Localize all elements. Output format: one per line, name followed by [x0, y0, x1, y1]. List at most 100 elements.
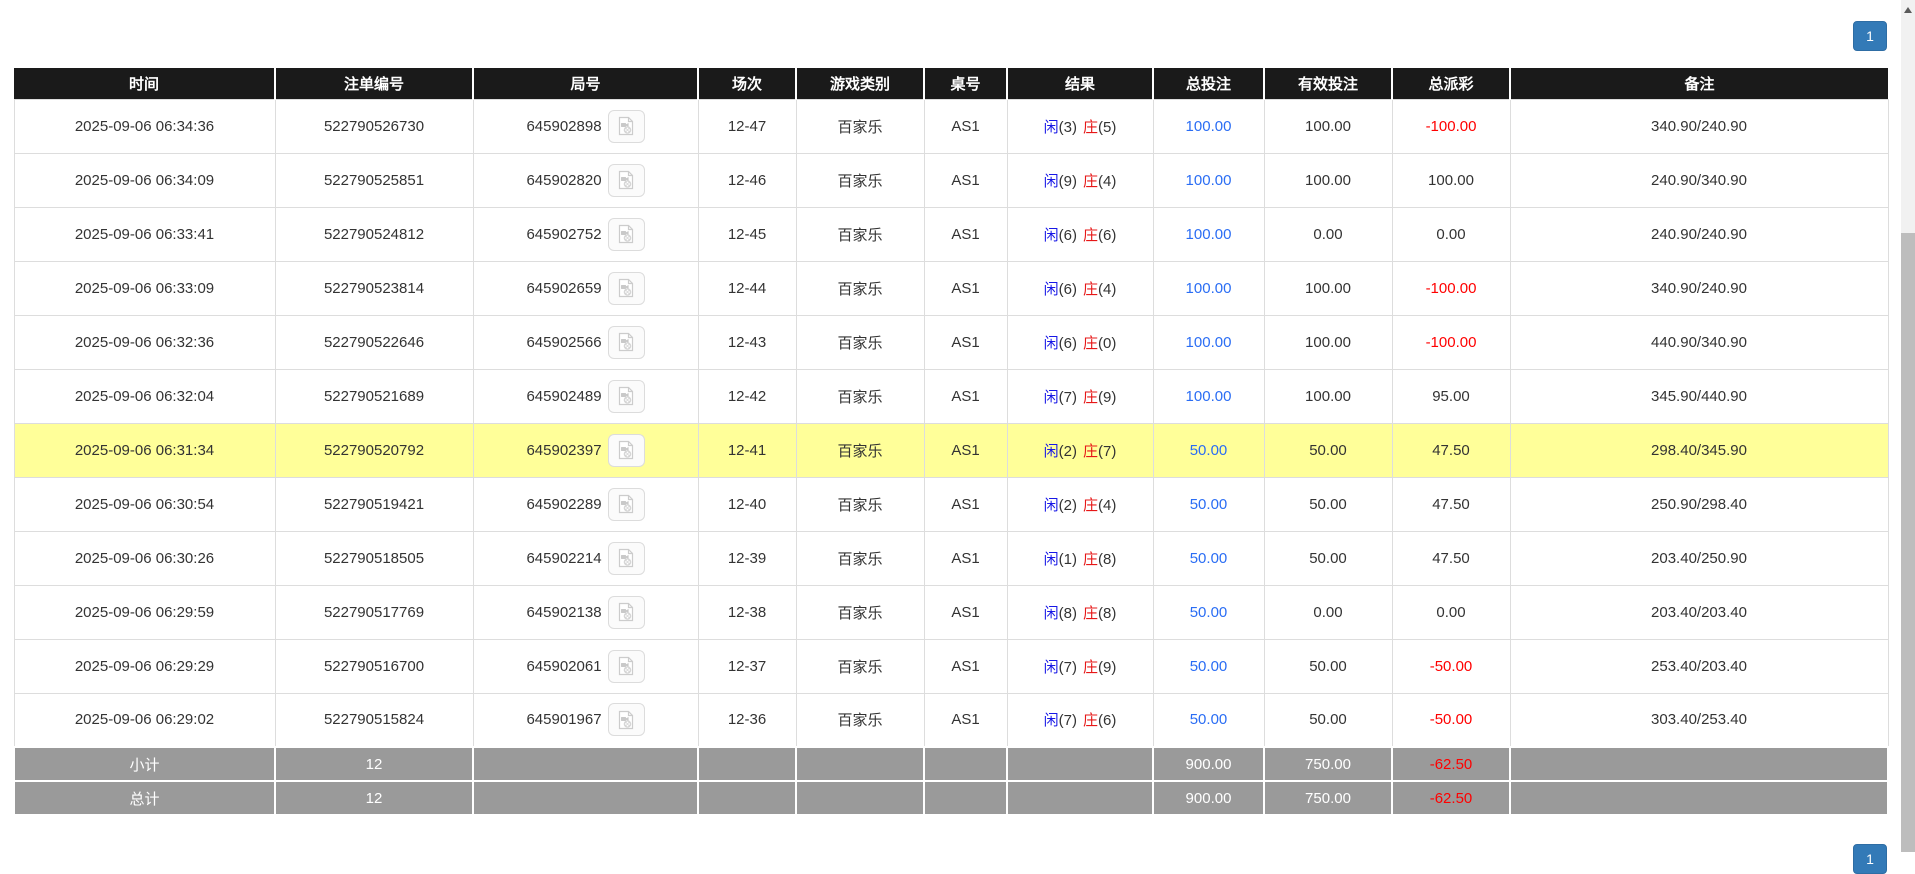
cell-valid-bet: 100.00 [1264, 315, 1392, 369]
table-row: 2025-09-06 06:29:29522790516700645902061… [14, 639, 1888, 693]
cell-result: 闲(3)庄(5) [1007, 99, 1153, 153]
summary-valid-bet: 750.00 [1264, 781, 1392, 815]
cell-remark: 240.90/340.90 [1510, 153, 1888, 207]
summary-label: 小计 [14, 747, 275, 781]
cell-round-number: 645902214 [473, 531, 698, 585]
summary-empty-result [1007, 747, 1153, 781]
result-banker-points: (5) [1098, 119, 1116, 136]
video-replay-button[interactable] [608, 650, 645, 683]
cell-table-number: AS1 [924, 531, 1007, 585]
cell-remark: 253.40/203.40 [1510, 639, 1888, 693]
summary-total-payout: -62.50 [1392, 747, 1510, 781]
cell-order-number: 522790515824 [275, 693, 473, 747]
cell-table-number: AS1 [924, 207, 1007, 261]
result-player-points: (7) [1059, 659, 1077, 676]
pagination-page-1-button[interactable]: 1 [1853, 21, 1887, 51]
cell-time: 2025-09-06 06:31:34 [14, 423, 275, 477]
cell-result: 闲(2)庄(4) [1007, 477, 1153, 531]
cell-total-bet: 100.00 [1153, 99, 1264, 153]
table-row: 2025-09-06 06:34:09522790525851645902820… [14, 153, 1888, 207]
summary-empty-session [698, 781, 796, 815]
cell-total-bet: 50.00 [1153, 639, 1264, 693]
cell-total-bet: 100.00 [1153, 153, 1264, 207]
cell-session: 12-37 [698, 639, 796, 693]
cell-valid-bet: 50.00 [1264, 531, 1392, 585]
cell-game-type: 百家乐 [796, 369, 924, 423]
cell-remark: 440.90/340.90 [1510, 315, 1888, 369]
column-header-6: 结果 [1007, 68, 1153, 99]
result-player-label: 闲 [1044, 659, 1059, 676]
cell-total-payout: -100.00 [1392, 315, 1510, 369]
table-row: 2025-09-06 06:33:09522790523814645902659… [14, 261, 1888, 315]
cell-order-number: 522790520792 [275, 423, 473, 477]
video-replay-button[interactable] [608, 110, 645, 143]
scrollbar-up-arrow-icon[interactable] [1904, 7, 1912, 13]
table-row: 2025-09-06 06:32:04522790521689645902489… [14, 369, 1888, 423]
summary-valid-bet: 750.00 [1264, 747, 1392, 781]
video-replay-button[interactable] [608, 272, 645, 305]
round-number-text: 645902138 [526, 604, 601, 621]
total-row: 总计12900.00750.00-62.50 [14, 781, 1888, 815]
cell-round-number: 645901967 [473, 693, 698, 747]
video-replay-button[interactable] [608, 703, 645, 736]
video-replay-button[interactable] [608, 434, 645, 467]
cell-time: 2025-09-06 06:32:04 [14, 369, 275, 423]
cell-round-number: 645902820 [473, 153, 698, 207]
cell-time: 2025-09-06 06:30:54 [14, 477, 275, 531]
cell-session: 12-36 [698, 693, 796, 747]
result-player-points: (6) [1059, 281, 1077, 298]
cell-order-number: 522790525851 [275, 153, 473, 207]
cell-session: 12-46 [698, 153, 796, 207]
vertical-scrollbar[interactable] [1901, 0, 1915, 852]
summary-empty-session [698, 747, 796, 781]
video-replay-button[interactable] [608, 488, 645, 521]
video-replay-icon [616, 440, 636, 460]
cell-total-payout: 47.50 [1392, 531, 1510, 585]
cell-game-type: 百家乐 [796, 639, 924, 693]
round-number-text: 645902898 [526, 118, 601, 135]
round-number-text: 645902214 [526, 550, 601, 567]
cell-table-number: AS1 [924, 369, 1007, 423]
summary-count: 12 [275, 781, 473, 815]
pagination-page-1-button-bottom[interactable]: 1 [1853, 844, 1887, 874]
scrollbar-thumb[interactable] [1901, 233, 1915, 852]
cell-remark: 340.90/240.90 [1510, 261, 1888, 315]
cell-order-number: 522790518505 [275, 531, 473, 585]
cell-table-number: AS1 [924, 585, 1007, 639]
video-replay-button[interactable] [608, 164, 645, 197]
cell-table-number: AS1 [924, 639, 1007, 693]
video-replay-button[interactable] [608, 326, 645, 359]
cell-session: 12-47 [698, 99, 796, 153]
video-replay-button[interactable] [608, 542, 645, 575]
video-replay-button[interactable] [608, 596, 645, 629]
video-replay-button[interactable] [608, 218, 645, 251]
result-banker-label: 庄 [1083, 281, 1098, 298]
cell-total-payout: 47.50 [1392, 477, 1510, 531]
cell-remark: 203.40/203.40 [1510, 585, 1888, 639]
cell-total-payout: 47.50 [1392, 423, 1510, 477]
result-banker-points: (0) [1098, 335, 1116, 352]
video-replay-button[interactable] [608, 380, 645, 413]
cell-order-number: 522790524812 [275, 207, 473, 261]
summary-total-bet: 900.00 [1153, 747, 1264, 781]
round-number-group: 645902061 [478, 650, 694, 683]
cell-table-number: AS1 [924, 315, 1007, 369]
result-player-points: (3) [1059, 119, 1077, 136]
video-replay-icon [616, 224, 636, 244]
cell-game-type: 百家乐 [796, 315, 924, 369]
result-player-label: 闲 [1044, 497, 1059, 514]
cell-round-number: 645902566 [473, 315, 698, 369]
result-player-points: (7) [1059, 712, 1077, 729]
cell-valid-bet: 50.00 [1264, 693, 1392, 747]
summary-count: 12 [275, 747, 473, 781]
cell-remark: 345.90/440.90 [1510, 369, 1888, 423]
cell-round-number: 645902061 [473, 639, 698, 693]
subtotal-row: 小计12 900.00750.00-62.50 [14, 747, 1888, 781]
cell-time: 2025-09-06 06:34:09 [14, 153, 275, 207]
cell-total-bet: 100.00 [1153, 207, 1264, 261]
result-banker-label: 庄 [1083, 659, 1098, 676]
cell-order-number: 522790521689 [275, 369, 473, 423]
summary-empty-game [796, 781, 924, 815]
cell-total-payout: 0.00 [1392, 585, 1510, 639]
cell-game-type: 百家乐 [796, 207, 924, 261]
